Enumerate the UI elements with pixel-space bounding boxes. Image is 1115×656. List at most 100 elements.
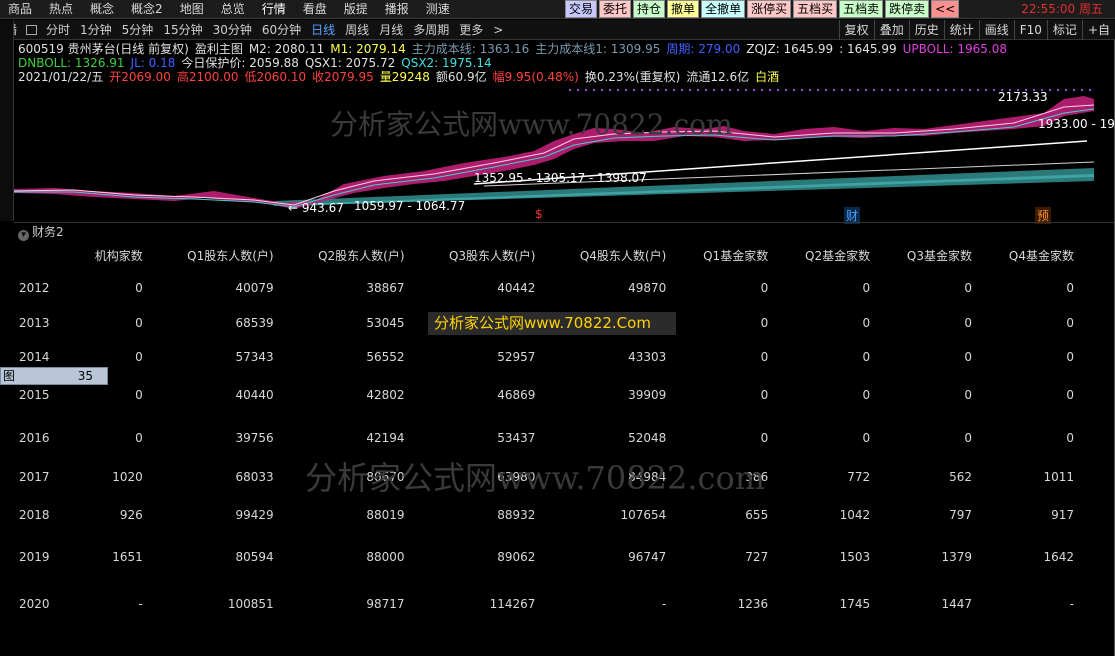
period-tab-2[interactable]: 5分钟	[117, 20, 159, 40]
menu-item-10[interactable]: 测速	[418, 0, 459, 19]
table-cell: 0	[1066, 388, 1074, 402]
toolbar-right-button-7[interactable]: +自	[1081, 20, 1115, 40]
trade-button-3[interactable]: 撤单	[667, 0, 700, 18]
period-tab-1[interactable]: 1分钟	[75, 20, 117, 40]
period-tab-9[interactable]: 多周期	[408, 20, 454, 40]
table-row[interactable]: 2019 1651 80594 88000 89062 96747 727 1503 1379 1…	[14, 536, 1084, 578]
finance-table-header: 机构家数 Q1股东人数(户) Q2股东人数(户) Q3股东人数(户) Q4股东人数(户)…	[14, 240, 1084, 270]
table-cell: 1236	[737, 597, 769, 611]
table-cell: 39909	[628, 388, 667, 402]
table-cell: 100851	[227, 597, 274, 611]
table-cell: 107654	[620, 508, 667, 522]
table-cell: 43303	[628, 350, 667, 364]
table-cell: 0	[760, 388, 769, 402]
trade-button-0[interactable]: 交易	[565, 0, 598, 18]
trade-button-5[interactable]: 涨停买	[747, 0, 792, 18]
period-tab-10[interactable]: 更多	[454, 20, 488, 40]
table-cell: 40440	[235, 388, 274, 402]
table-cell: 40442	[497, 281, 536, 295]
table-cell: 0	[1066, 431, 1074, 445]
s-marker[interactable]: $	[535, 207, 543, 221]
row-year: 2013	[19, 316, 50, 330]
trade-button-4[interactable]: 全撤单	[701, 0, 746, 18]
trade-button-9[interactable]: <<	[931, 0, 960, 18]
row-year: 2020	[19, 597, 50, 611]
finance-col-header-8: Q3基金家数	[906, 248, 973, 263]
layout-toggle-icon[interactable]	[26, 24, 38, 35]
toolbar-right-button-0[interactable]: 复权	[838, 20, 874, 40]
menu-item-6[interactable]: 行情	[254, 0, 295, 19]
table-cell: 1379	[941, 550, 973, 564]
menu-item-3[interactable]: 概念2	[123, 0, 172, 19]
table-cell: -	[1069, 597, 1074, 611]
trade-button-6[interactable]: 五档买	[793, 0, 838, 18]
menu-item-0[interactable]: 商品	[0, 0, 41, 19]
period-tab-0[interactable]: 分时	[41, 20, 75, 40]
table-cell: 1447	[941, 597, 973, 611]
table-row[interactable]: 2015 0 40440 42802 46869 39909 0 0 0 0	[14, 374, 1084, 416]
menu-item-2[interactable]: 概念	[82, 0, 123, 19]
table-cell: 52957	[497, 350, 536, 364]
table-cell: 0	[135, 431, 143, 445]
period-tab-7[interactable]: 周线	[340, 20, 374, 40]
table-cell: 0	[1066, 350, 1074, 364]
finance-table: 机构家数 Q1股东人数(户) Q2股东人数(户) Q3股东人数(户) Q4股东人数(户)…	[14, 240, 1084, 630]
trade-button-8[interactable]: 跌停卖	[885, 0, 930, 18]
table-cell: 99429	[235, 508, 274, 522]
table-cell: 0	[964, 350, 973, 364]
table-cell: 0	[862, 316, 871, 330]
table-row[interactable]: 2020 - 100851 98717 114267 - 1236 1745 1447 -	[14, 578, 1084, 630]
range-label-1: 1352.95 - 1305.17 - 1398.07	[474, 171, 647, 185]
table-cell: 88019	[366, 508, 405, 522]
trade-buttons: 交易 委托 持仓 撤单 全撤单 涨停买 五档买 五档卖 跌停卖 <<	[565, 0, 960, 19]
trade-button-7[interactable]: 五档卖	[839, 0, 884, 18]
period-tab-8[interactable]: 月线	[374, 20, 408, 40]
toolbar-right-button-2[interactable]: 历史	[908, 20, 944, 40]
menu-item-8[interactable]: 版提	[336, 0, 377, 19]
clock: 22:55:00 周五	[1021, 2, 1103, 16]
menu-item-7[interactable]: 看盘	[295, 0, 336, 19]
table-cell: 39756	[235, 431, 274, 445]
table-row[interactable]: 2014 0 57343 56552 52957 43303 0 0 0 0	[14, 340, 1084, 374]
toolbar-right-button-1[interactable]: 叠加	[873, 20, 909, 40]
table-cell: 772	[847, 470, 871, 484]
menu-item-1[interactable]: 热点	[41, 0, 82, 19]
finance-col-header-6: Q1基金家数	[703, 248, 769, 263]
table-cell: 38867	[366, 281, 405, 295]
low-label: ← 943.67	[288, 201, 344, 215]
table-cell: 96747	[628, 550, 667, 564]
table-cell: 0	[862, 350, 871, 364]
table-row[interactable]: 2018 926 99429 88019 88932 107654 655 1042 797 91…	[14, 494, 1084, 536]
table-cell: 68539	[235, 316, 274, 330]
table-cell: 1745	[839, 597, 871, 611]
table-cell: 562	[949, 470, 973, 484]
more-arrow-icon[interactable]: >	[488, 20, 508, 40]
period-tab-5[interactable]: 60分钟	[257, 20, 306, 40]
table-cell: 0	[964, 388, 973, 402]
menu-item-9[interactable]: 播报	[377, 0, 418, 19]
toolbar-right-button-5[interactable]: F10	[1013, 20, 1047, 40]
table-cell: 53045	[366, 316, 405, 330]
table-cell: 0	[964, 316, 973, 330]
trade-button-2[interactable]: 持仓	[633, 0, 666, 18]
menu-item-5[interactable]: 总览	[213, 0, 254, 19]
ad-badge[interactable]: 分析家公式网www.70822.Com	[428, 312, 676, 335]
table-cell: 0	[1066, 281, 1074, 295]
toolbar-right-button-3[interactable]: 统计	[943, 20, 979, 40]
kline-chart[interactable]: 600519 贵州茅台(日线 前复权) 盈利主图 M2: 2080.11 M1: 20…	[14, 41, 1115, 224]
table-cell: 88000	[366, 550, 405, 564]
table-cell: 0	[135, 316, 143, 330]
table-cell: 0	[862, 431, 871, 445]
table-row[interactable]: 2012 0 40079 38867 40442 49870 0 0 0 0	[14, 270, 1084, 306]
trade-button-1[interactable]: 委托	[599, 0, 632, 18]
period-tab-6[interactable]: 日线	[306, 20, 340, 40]
toolbar-right-button-6[interactable]: 标记	[1046, 20, 1082, 40]
period-tab-4[interactable]: 30分钟	[208, 20, 257, 40]
range-label-2: 1059.97 - 1064.77	[354, 199, 466, 213]
toolbar-right-button-4[interactable]: 画线	[978, 20, 1014, 40]
high-label: 2173.33	[998, 90, 1048, 104]
finance-panel-header[interactable]: ▾ 财务2	[14, 222, 1115, 241]
side-floating-label[interactable]: 图 35	[0, 367, 108, 385]
period-tab-3[interactable]: 15分钟	[158, 20, 207, 40]
menu-item-4[interactable]: 地图	[172, 0, 213, 19]
